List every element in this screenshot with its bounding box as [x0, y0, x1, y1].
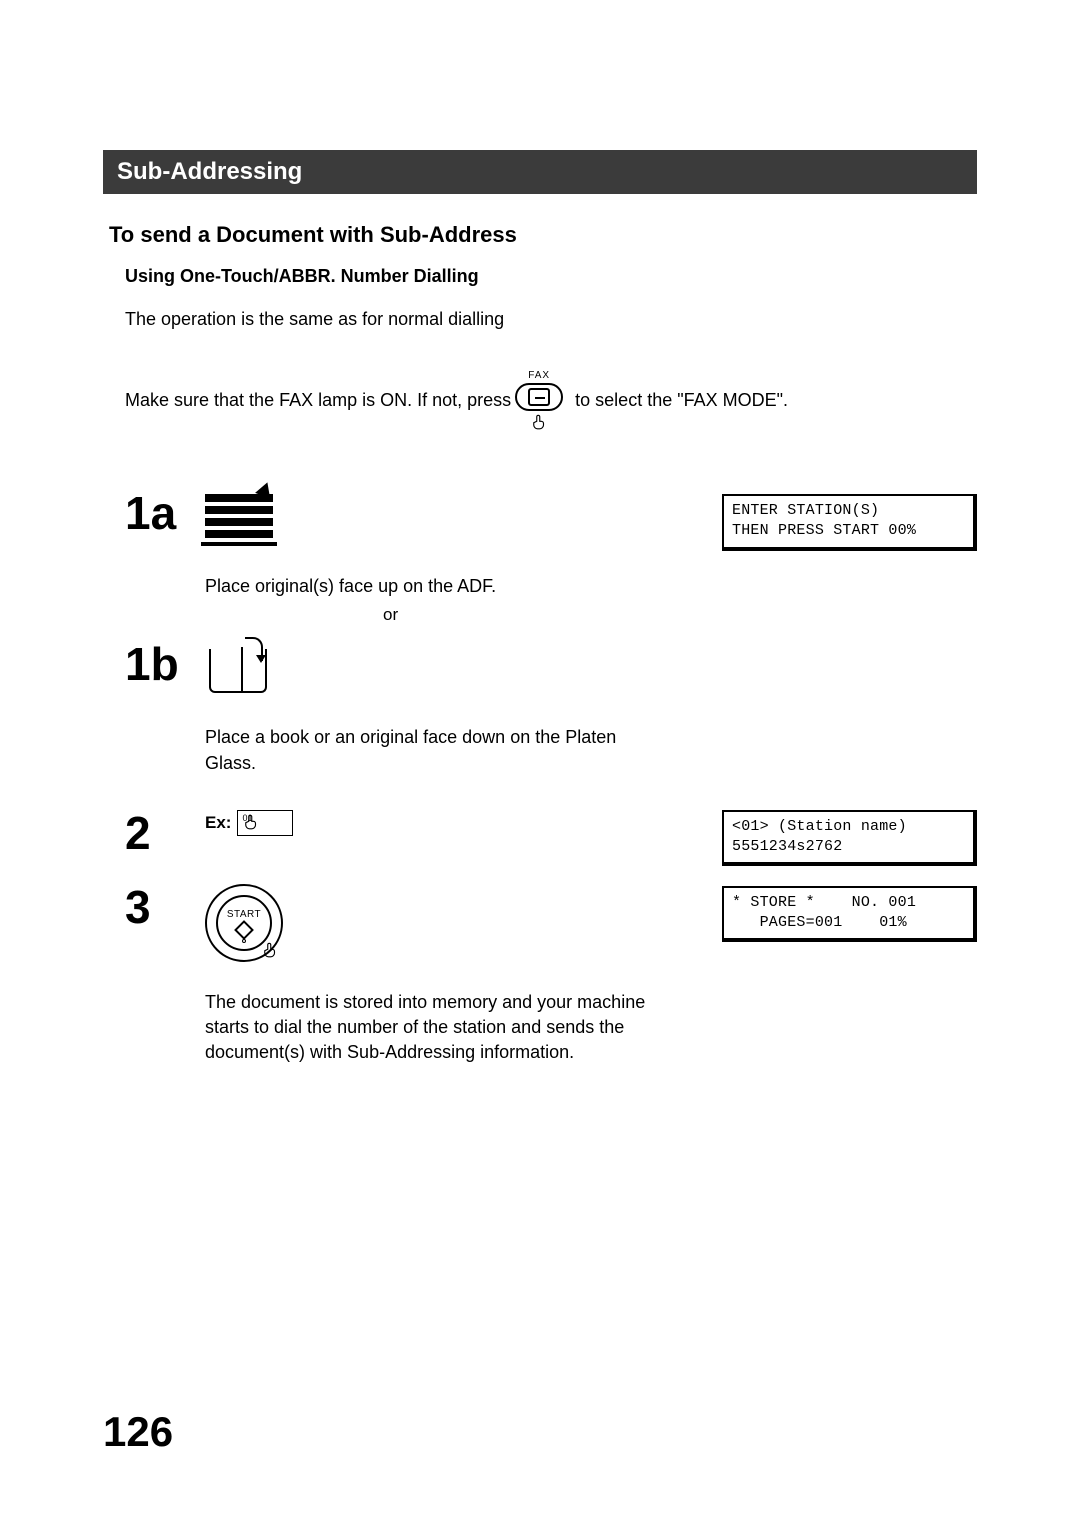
step-3: 3 START * STORE * NO. 001 PAGES=001 01%: [125, 884, 977, 962]
press-hand-icon: [530, 413, 548, 436]
lcd-display-3: * STORE * NO. 001 PAGES=001 01%: [722, 886, 977, 943]
platen-book-icon: [205, 641, 315, 697]
press-hand-icon: [261, 941, 279, 964]
fax-button-icon: [515, 383, 563, 411]
lcd-text-1a: ENTER STATION(S) THEN PRESS START 00%: [722, 494, 977, 551]
fax-mode-button-icon: FAX: [515, 370, 563, 436]
start-button-icon: START: [205, 884, 315, 962]
lcd-display-1a: ENTER STATION(S) THEN PRESS START 00%: [722, 494, 977, 551]
step-3-caption: The document is stored into memory and y…: [205, 990, 685, 1066]
section-title-bar: Sub-Addressing: [103, 150, 977, 194]
step-1a: 1a ENTER STATION(S) THEN PRESS START 00%: [125, 490, 977, 546]
step-2: 2 Ex: 01 <01> (Station name) 5551234s276…: [125, 810, 977, 856]
start-button-label: START: [227, 909, 261, 920]
adf-icon: [205, 490, 315, 546]
fax-icon-label: FAX: [528, 370, 550, 381]
subheading: Using One-Touch/ABBR. Number Dialling: [125, 266, 977, 287]
step-number-1a: 1a: [125, 490, 205, 536]
lcd-text-3: * STORE * NO. 001 PAGES=001 01%: [722, 886, 977, 943]
make-sure-right: to select the "FAX MODE".: [567, 370, 788, 411]
step-number-1b: 1b: [125, 641, 205, 687]
ex-label-text: Ex:: [205, 813, 231, 833]
make-sure-line: Make sure that the FAX lamp is ON. If no…: [125, 370, 977, 436]
step-1b-caption: Place a book or an original face down on…: [205, 725, 645, 775]
or-text: or: [383, 605, 977, 625]
page-number: 126: [103, 1408, 173, 1456]
press-hand-icon: [242, 813, 296, 839]
one-touch-key-icon: 01: [237, 810, 293, 836]
section-title: Sub-Addressing: [117, 158, 302, 185]
step-number-2: 2: [125, 810, 205, 856]
make-sure-left: Make sure that the FAX lamp is ON. If no…: [125, 370, 511, 411]
step-1a-caption: Place original(s) face up on the ADF.: [205, 574, 685, 599]
step-1b: 1b: [125, 641, 977, 697]
intro-text: The operation is the same as for normal …: [125, 307, 977, 332]
heading: To send a Document with Sub-Address: [109, 222, 977, 248]
step-number-3: 3: [125, 884, 205, 930]
lcd-display-2: <01> (Station name) 5551234s2762: [722, 810, 977, 867]
lcd-text-2: <01> (Station name) 5551234s2762: [722, 810, 977, 867]
ex-label: Ex: 01: [205, 810, 293, 836]
